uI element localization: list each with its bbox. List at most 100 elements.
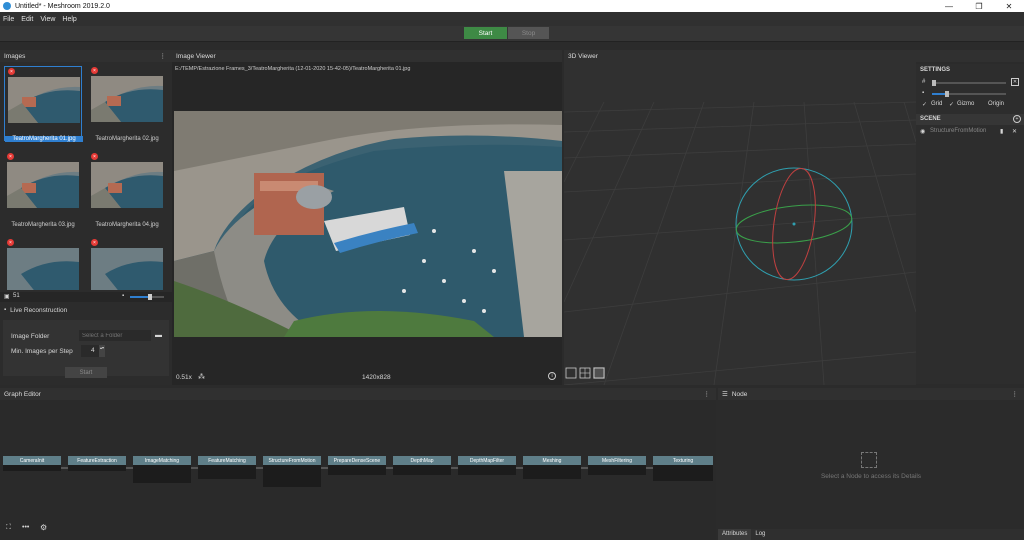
graph-editor-title: Graph Editor [4, 390, 41, 398]
delete-icon[interactable]: ▮ [1000, 128, 1003, 135]
min-images-stepper[interactable]: 4 ▴▾ [81, 345, 105, 357]
grid-checkbox[interactable]: ✓ [922, 101, 927, 108]
grid-label: Grid [931, 101, 943, 107]
menu-help[interactable]: Help [62, 16, 76, 23]
node-more-icon[interactable]: ⋮ [1012, 390, 1019, 398]
thumbnail-image [91, 248, 163, 290]
node-placeholder-icon [861, 452, 877, 468]
more-options-icon[interactable]: ••• [22, 524, 29, 531]
error-icon: × [91, 239, 98, 246]
node-panel-title: Node [731, 390, 748, 398]
reset-icon[interactable]: ✕ [1011, 78, 1019, 86]
viewer3d-header: 3D Viewer [564, 50, 1024, 62]
stepper-arrows-icon[interactable]: ▴▾ [99, 345, 105, 357]
image-folder-label: Image Folder [11, 333, 50, 340]
visibility-eye-icon[interactable]: ◉ [920, 128, 925, 135]
error-icon: × [8, 68, 15, 75]
image-thumbnail[interactable]: × TeatroMargherita 01.jpg [4, 66, 83, 142]
tab-log[interactable]: Log [751, 529, 769, 540]
scene-header: SCENE + [916, 114, 1024, 125]
camera-scale-icon: ▪ [922, 90, 925, 96]
images-more-icon[interactable]: ⋮ [160, 52, 167, 60]
graph-canvas[interactable]: CameraInit FeatureExtraction ImageMatchi… [0, 400, 716, 540]
start-button[interactable]: Start [464, 27, 507, 39]
origin-label[interactable]: Origin [988, 101, 1004, 107]
error-icon: × [91, 153, 98, 160]
thumbnail-size-slider[interactable] [130, 294, 164, 300]
node-panel: Select a Node to access its Details Attr… [718, 400, 1024, 540]
image-thumbnail[interactable]: × TeatroMargherita 02.jpg [88, 66, 166, 142]
menu-view[interactable]: View [40, 16, 55, 23]
error-icon: × [91, 67, 98, 74]
settings-panel: SETTINGS # ✕ ▪ ✓ Grid ✓ Gizmo Origin SCE… [916, 64, 1024, 384]
thumbnail-caption: TeatroMargherita 01.jpg [5, 136, 83, 142]
maximize-button[interactable]: ❐ [964, 0, 994, 12]
image-path: E:/TEMP/Estrazione Frames_3/TeatroMarghe… [175, 66, 411, 72]
thumbnail-size-icon: ▪ [122, 293, 125, 299]
folder-icon[interactable]: ▬ [155, 332, 162, 339]
tab-attributes[interactable]: Attributes [718, 529, 752, 540]
meshroom-logo-icon [3, 2, 11, 10]
menu-file[interactable]: File [3, 16, 14, 23]
minimize-button[interactable]: — [934, 0, 964, 12]
images-icon: ▣ [4, 294, 10, 300]
view-mode-textured-icon[interactable] [593, 367, 605, 379]
thumbnail-image [8, 77, 80, 123]
grid-size-icon: # [922, 79, 926, 85]
toolbar: Start Stop [0, 26, 1024, 42]
image-thumbnail[interactable]: × TeatroMargherita 03.jpg [4, 152, 82, 228]
stop-button[interactable]: Stop [508, 27, 549, 39]
thumbnail-image [7, 162, 79, 208]
info-icon[interactable]: i [548, 372, 556, 380]
images-panel: × TeatroMargherita 01.jpg × TeatroMarghe… [0, 62, 172, 385]
images-footer: ▣ 51 ▪ [0, 292, 172, 302]
image-thumbnail[interactable]: × [88, 238, 166, 290]
grid-size-slider[interactable] [932, 80, 1006, 86]
thumbnail-caption: TeatroMargherita 03.jpg [11, 222, 75, 228]
min-images-label: Min. Images per Step [11, 348, 73, 355]
scene-title: SCENE [920, 116, 941, 122]
thumbnail-caption: TeatroMargherita 02.jpg [95, 136, 159, 142]
menu-bar: File Edit View Help [0, 12, 1024, 26]
viewer3d-canvas[interactable] [564, 62, 916, 385]
thumbnail-image [91, 162, 163, 208]
camera-icon: ▪ [4, 307, 7, 313]
min-images-value: 4 [91, 347, 95, 354]
close-button[interactable]: ✕ [994, 0, 1024, 12]
zoom-level: 0.51x [176, 374, 192, 381]
graph-editor-header: Graph Editor ⋮ [0, 388, 716, 400]
viewer3d-title: 3D Viewer [568, 52, 598, 60]
image-thumbnail[interactable]: × TeatroMargherita 04.jpg [88, 152, 166, 228]
menu-edit[interactable]: Edit [21, 16, 33, 23]
gizmo-checkbox[interactable]: ✓ [949, 101, 954, 108]
features-icon[interactable]: ⁂ [198, 373, 205, 381]
live-start-button[interactable]: Start [65, 367, 107, 378]
remove-icon[interactable]: ✕ [1012, 128, 1017, 135]
node-panel-header: ☰ Node ⋮ [718, 388, 1024, 400]
scene-item-label[interactable]: StructureFromMotion [930, 128, 986, 134]
live-header[interactable]: ▪ Live Reconstruction [0, 304, 172, 316]
error-icon: × [7, 239, 14, 246]
image-viewer-title: Image Viewer [176, 52, 216, 60]
node-placeholder-text: Select a Node to access its Details [820, 473, 922, 480]
window-title: Untitled* - Meshroom 2019.2.0 [15, 2, 110, 10]
title-bar: Untitled* - Meshroom 2019.2.0 — ❐ ✕ [0, 0, 1024, 12]
image-resolution: 1420x828 [362, 374, 391, 381]
graph-more-icon[interactable]: ⋮ [704, 390, 711, 398]
image-folder-input[interactable] [79, 330, 151, 341]
node-tabs: Attributes Log [718, 529, 1024, 540]
gizmo-label: Gizmo [957, 101, 975, 107]
live-title: Live Reconstruction [10, 306, 68, 314]
main-image [174, 111, 562, 337]
error-icon: × [7, 153, 14, 160]
images-count: 51 [13, 293, 20, 299]
image-viewer-header: Image Viewer [172, 50, 562, 62]
thumbnail-image [91, 76, 163, 122]
settings-gear-icon[interactable]: ⚙ [40, 523, 47, 532]
node-menu-icon: ☰ [722, 391, 728, 398]
image-thumbnail[interactable]: × [4, 238, 82, 290]
fit-view-icon[interactable]: ⛶ [6, 524, 11, 532]
camera-scale-slider[interactable] [932, 91, 1006, 97]
images-header: Images ⋮ [0, 50, 172, 62]
add-scene-icon[interactable]: + [1013, 115, 1021, 123]
